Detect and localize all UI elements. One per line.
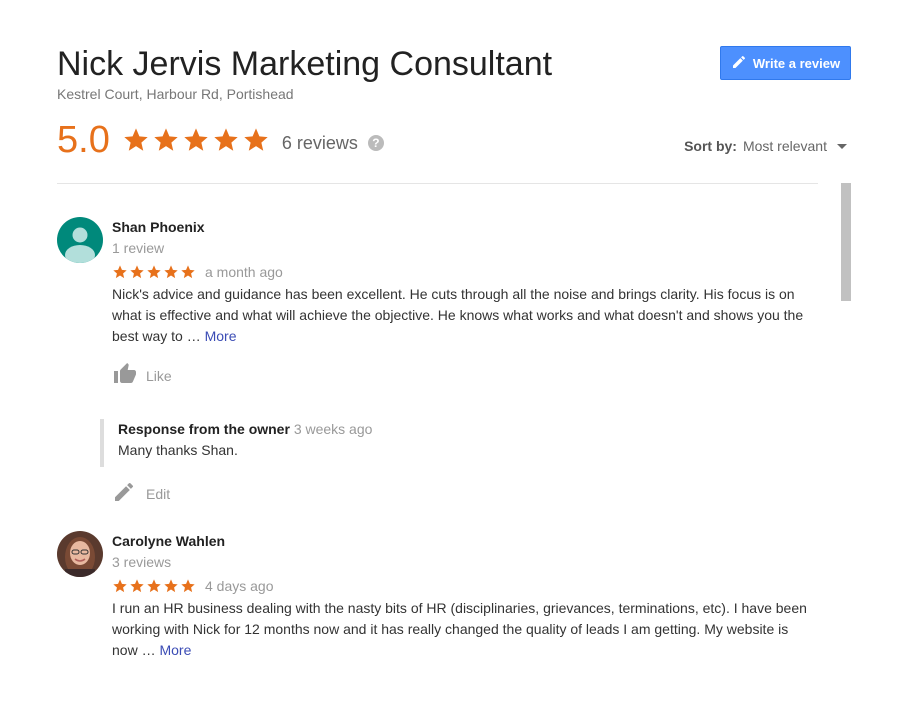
- star-icon: [184, 128, 208, 151]
- sort-value: Most relevant: [742, 138, 827, 154]
- business-header: Nick Jervis Marketing Consultant Kestrel…: [57, 44, 552, 102]
- reviews-count-link[interactable]: 6 reviews: [282, 133, 358, 154]
- reviewer-review-count: 1 review: [112, 240, 165, 256]
- pencil-icon: [731, 54, 747, 73]
- star-icon: [244, 128, 268, 151]
- pencil-icon: [112, 480, 136, 507]
- star-icon: [154, 128, 178, 151]
- star-icon: [113, 265, 127, 279]
- like-button[interactable]: Like: [112, 362, 817, 389]
- divider: [57, 183, 818, 184]
- owner-response-title: Response from the owner: [118, 421, 290, 437]
- star-icon: [130, 579, 144, 593]
- star-icon: [214, 128, 238, 151]
- reviewer-name[interactable]: Shan Phoenix: [112, 217, 817, 237]
- review-time: a month ago: [205, 264, 283, 280]
- rating-stars: [122, 126, 270, 154]
- star-icon: [147, 265, 161, 279]
- write-review-button[interactable]: Write a review: [720, 46, 851, 80]
- star-icon: [164, 265, 178, 279]
- help-icon[interactable]: ?: [367, 135, 384, 151]
- write-review-label: Write a review: [752, 55, 841, 71]
- default-user-icon: [65, 227, 95, 263]
- scrollbar-thumb[interactable]: [841, 183, 851, 301]
- caret-down-icon: [837, 143, 847, 149]
- reviewer-name[interactable]: Carolyne Wahlen: [112, 531, 817, 551]
- star-icon: [130, 265, 144, 279]
- owner-response-text: Many thanks Shan.: [118, 442, 238, 458]
- more-link[interactable]: More: [205, 328, 237, 344]
- sort-dropdown[interactable]: Sort by: Most relevant: [684, 138, 847, 154]
- owner-response-time: 3 weeks ago: [293, 421, 373, 437]
- star-icon: [181, 579, 195, 593]
- reviewer-review-count: 3 reviews: [112, 554, 172, 570]
- rating-summary: 5.0 6 reviews ?: [57, 118, 384, 162]
- star-icon: [181, 265, 195, 279]
- avatar[interactable]: [57, 531, 103, 577]
- business-address: Kestrel Court, Harbour Rd, Portishead: [57, 86, 294, 102]
- sort-label: Sort by:: [684, 138, 737, 154]
- user-photo-icon: [57, 531, 103, 577]
- thumbs-up-icon: [112, 362, 138, 389]
- owner-response: Response from the owner 3 weeks ago Many…: [100, 419, 817, 467]
- more-link[interactable]: More: [159, 642, 191, 658]
- review-text: Nick's advice and guidance has been exce…: [112, 286, 804, 344]
- business-name: Nick Jervis Marketing Consultant: [57, 45, 553, 83]
- edit-response-button[interactable]: Edit: [112, 480, 817, 507]
- review-stars: [112, 264, 196, 280]
- star-icon: [164, 579, 178, 593]
- review-stars: [112, 578, 196, 594]
- review-time: 4 days ago: [205, 578, 274, 594]
- rating-score: 5.0: [57, 119, 110, 161]
- avatar[interactable]: [57, 217, 103, 263]
- like-label: Like: [146, 367, 172, 384]
- review-text: I run an HR business dealing with the na…: [112, 600, 807, 658]
- edit-label: Edit: [146, 485, 171, 502]
- star-icon: [124, 128, 148, 151]
- star-icon: [147, 579, 161, 593]
- star-icon: [113, 579, 127, 593]
